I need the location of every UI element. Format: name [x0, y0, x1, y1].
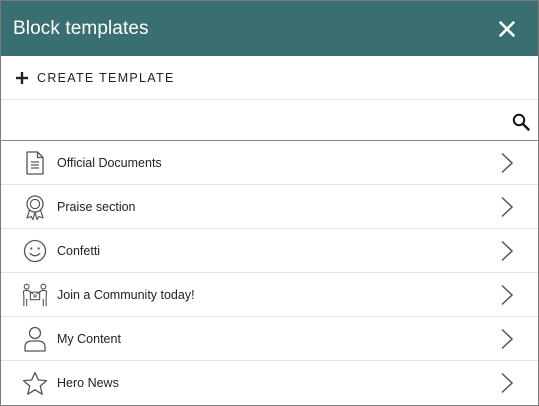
list-item[interactable]: Praise section: [1, 185, 538, 229]
chevron-right-icon: [501, 372, 514, 394]
template-list: Official Documents Praise section Confet…: [1, 141, 538, 405]
list-item-label: My Content: [57, 331, 121, 346]
people-group-icon: [22, 283, 48, 306]
panel-title: Block templates: [13, 17, 149, 39]
chevron-right-icon: [501, 152, 514, 174]
smiley-icon: [23, 239, 47, 262]
search-bar: [1, 100, 538, 141]
award-ribbon-icon: [26, 194, 44, 220]
list-item-label: Hero News: [57, 376, 119, 390]
list-item[interactable]: My Content: [1, 317, 538, 361]
block-templates-panel: Block templates CREATE TEMPLATE Official…: [0, 0, 539, 406]
list-item-label: Praise section: [57, 199, 136, 214]
list-item[interactable]: Official Documents: [1, 141, 538, 185]
list-item[interactable]: Join a Community today!: [1, 273, 538, 317]
close-button[interactable]: [492, 14, 522, 44]
search-icon[interactable]: [512, 113, 530, 131]
list-item[interactable]: Hero News: [1, 361, 538, 405]
chevron-right-icon: [501, 328, 514, 350]
chevron-right-icon: [501, 196, 514, 218]
search-input[interactable]: [1, 100, 501, 140]
close-icon: [499, 20, 515, 37]
chevron-right-icon: [501, 284, 514, 306]
list-item[interactable]: Confetti: [1, 229, 538, 273]
document-icon: [26, 150, 44, 175]
create-template-label: CREATE TEMPLATE: [37, 70, 175, 85]
create-template-button[interactable]: CREATE TEMPLATE: [16, 71, 175, 85]
chevron-right-icon: [501, 240, 514, 262]
star-icon: [22, 371, 48, 395]
list-item-label: Official Documents: [57, 155, 162, 170]
toolbar: CREATE TEMPLATE: [1, 56, 538, 100]
panel-header: Block templates: [1, 1, 538, 56]
list-item-label: Join a Community today!: [57, 287, 195, 302]
list-item-label: Confetti: [57, 243, 101, 258]
plus-icon: [16, 71, 28, 84]
user-icon: [24, 326, 46, 352]
